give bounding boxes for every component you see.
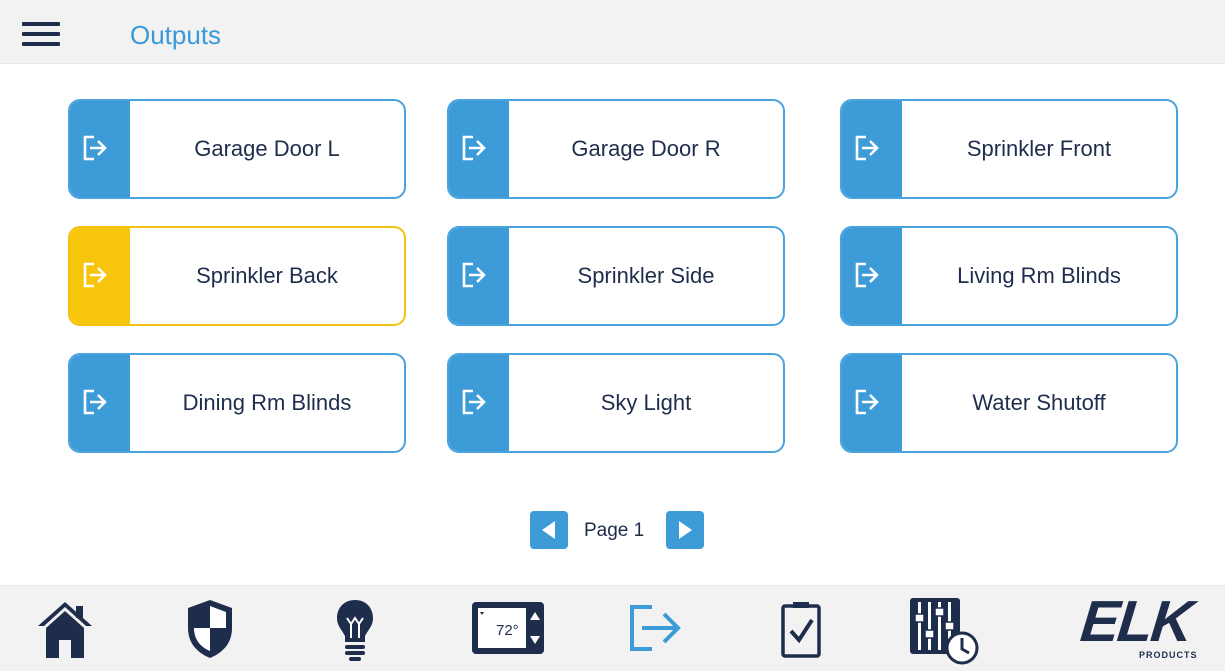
chevron-left-icon (542, 521, 555, 539)
output-arrow-icon (462, 389, 486, 415)
output-tile[interactable]: Water Shutoff (840, 353, 1178, 453)
nav-home-button[interactable] (30, 586, 100, 671)
output-tile-label: Water Shutoff (972, 390, 1106, 415)
output-tile-strip (449, 355, 509, 451)
output-tile-strip (449, 228, 509, 324)
output-tile[interactable]: Sky Light (447, 353, 785, 453)
output-tile-strip (449, 101, 509, 197)
outputs-icon (630, 605, 681, 651)
output-arrow-icon (855, 135, 879, 161)
prev-page-button[interactable] (530, 511, 568, 549)
menu-icon[interactable] (22, 22, 60, 46)
header-bar: Outputs (0, 0, 1225, 64)
output-tile-strip (70, 355, 130, 451)
output-tile-label: Sprinkler Side (577, 263, 715, 288)
output-arrow-icon (83, 262, 107, 288)
lightbulb-icon (337, 600, 373, 661)
brand-logo-sub: PRODUCTS (1139, 650, 1198, 660)
output-tile-strip (70, 101, 130, 197)
output-tile[interactable]: Living Rm Blinds (840, 226, 1178, 326)
output-tile[interactable]: Garage Door L (68, 99, 406, 199)
output-tile-strip (842, 228, 902, 324)
output-tile-label: Dining Rm Blinds (182, 390, 352, 415)
next-page-button[interactable] (666, 511, 704, 549)
shield-icon (188, 600, 232, 658)
output-arrow-icon (462, 135, 486, 161)
output-tile[interactable]: Garage Door R (447, 99, 785, 199)
nav-lighting-button[interactable] (330, 586, 380, 671)
nav-automation-button[interactable] (906, 586, 982, 671)
output-tile-strip (70, 228, 130, 324)
output-tile[interactable]: Sprinkler Back (68, 226, 406, 326)
output-tile-label: Sprinkler Back (196, 263, 338, 288)
outputs-grid: Garage Door L Garage Door R Sprinkler Fr… (68, 99, 1178, 453)
output-tile-strip (842, 355, 902, 451)
chevron-right-icon (679, 521, 692, 539)
output-tile-label: Sprinkler Front (966, 136, 1112, 161)
output-tile-label: Garage Door R (571, 136, 721, 161)
nav-tasks-button[interactable] (776, 586, 826, 671)
nav-climate-button[interactable]: 72° (470, 586, 546, 671)
output-tile[interactable]: Sprinkler Side (447, 226, 785, 326)
page-indicator: Page 1 (584, 520, 645, 541)
task-checklist-icon (781, 602, 821, 658)
home-icon (38, 602, 92, 658)
elk-logo: ELK PRODUCTS (1075, 586, 1205, 671)
nav-outputs-button[interactable] (626, 586, 686, 671)
output-tile-label: Sky Light (600, 390, 692, 415)
brand-logo-text: ELK (1077, 589, 1195, 654)
output-arrow-icon (83, 135, 107, 161)
thermostat-value: 72° (496, 622, 519, 639)
output-tile[interactable]: Dining Rm Blinds (68, 353, 406, 453)
page-title: Outputs (130, 20, 222, 50)
automation-sliders-clock-icon (910, 598, 979, 665)
output-arrow-icon (462, 262, 486, 288)
output-arrow-icon (855, 262, 879, 288)
output-tile-strip (842, 101, 902, 197)
output-arrow-icon (855, 389, 879, 415)
output-tile[interactable]: Sprinkler Front (840, 99, 1178, 199)
output-tile-label: Living Rm Blinds (957, 263, 1121, 288)
output-arrow-icon (83, 389, 107, 415)
nav-security-button[interactable] (180, 586, 240, 671)
bottom-nav: 72° ELK PRODUCTS (0, 585, 1225, 671)
output-tile-label: Garage Door L (194, 136, 340, 161)
pager: Page 1 (530, 511, 710, 549)
